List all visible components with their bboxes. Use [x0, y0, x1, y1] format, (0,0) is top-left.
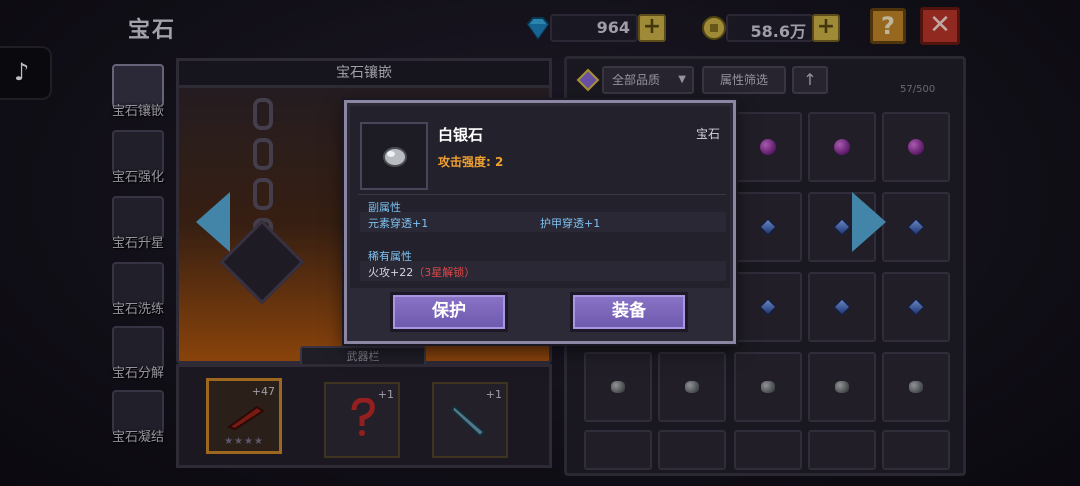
- equip-button[interactable]: 装备: [570, 292, 688, 332]
- gem-thumbnail: [360, 122, 428, 190]
- rare-attr: 火攻+22（3星解锁）: [368, 264, 475, 280]
- gem-attack-stat: 攻击强度: 2: [438, 155, 504, 169]
- silver-gem-icon: [382, 146, 408, 172]
- sub-attr-1: 元素穿透+1: [368, 217, 429, 230]
- popup-divider: [358, 194, 726, 195]
- protect-button[interactable]: 保护: [390, 292, 508, 332]
- rare-attr-value: 火攻+22: [368, 266, 414, 279]
- gem-name: 白银石: [438, 126, 484, 144]
- sub-attr-2: 护甲穿透+1: [540, 217, 601, 230]
- gem-type: 宝石: [696, 127, 721, 141]
- rare-attr-lock: （3星解锁）: [413, 266, 476, 279]
